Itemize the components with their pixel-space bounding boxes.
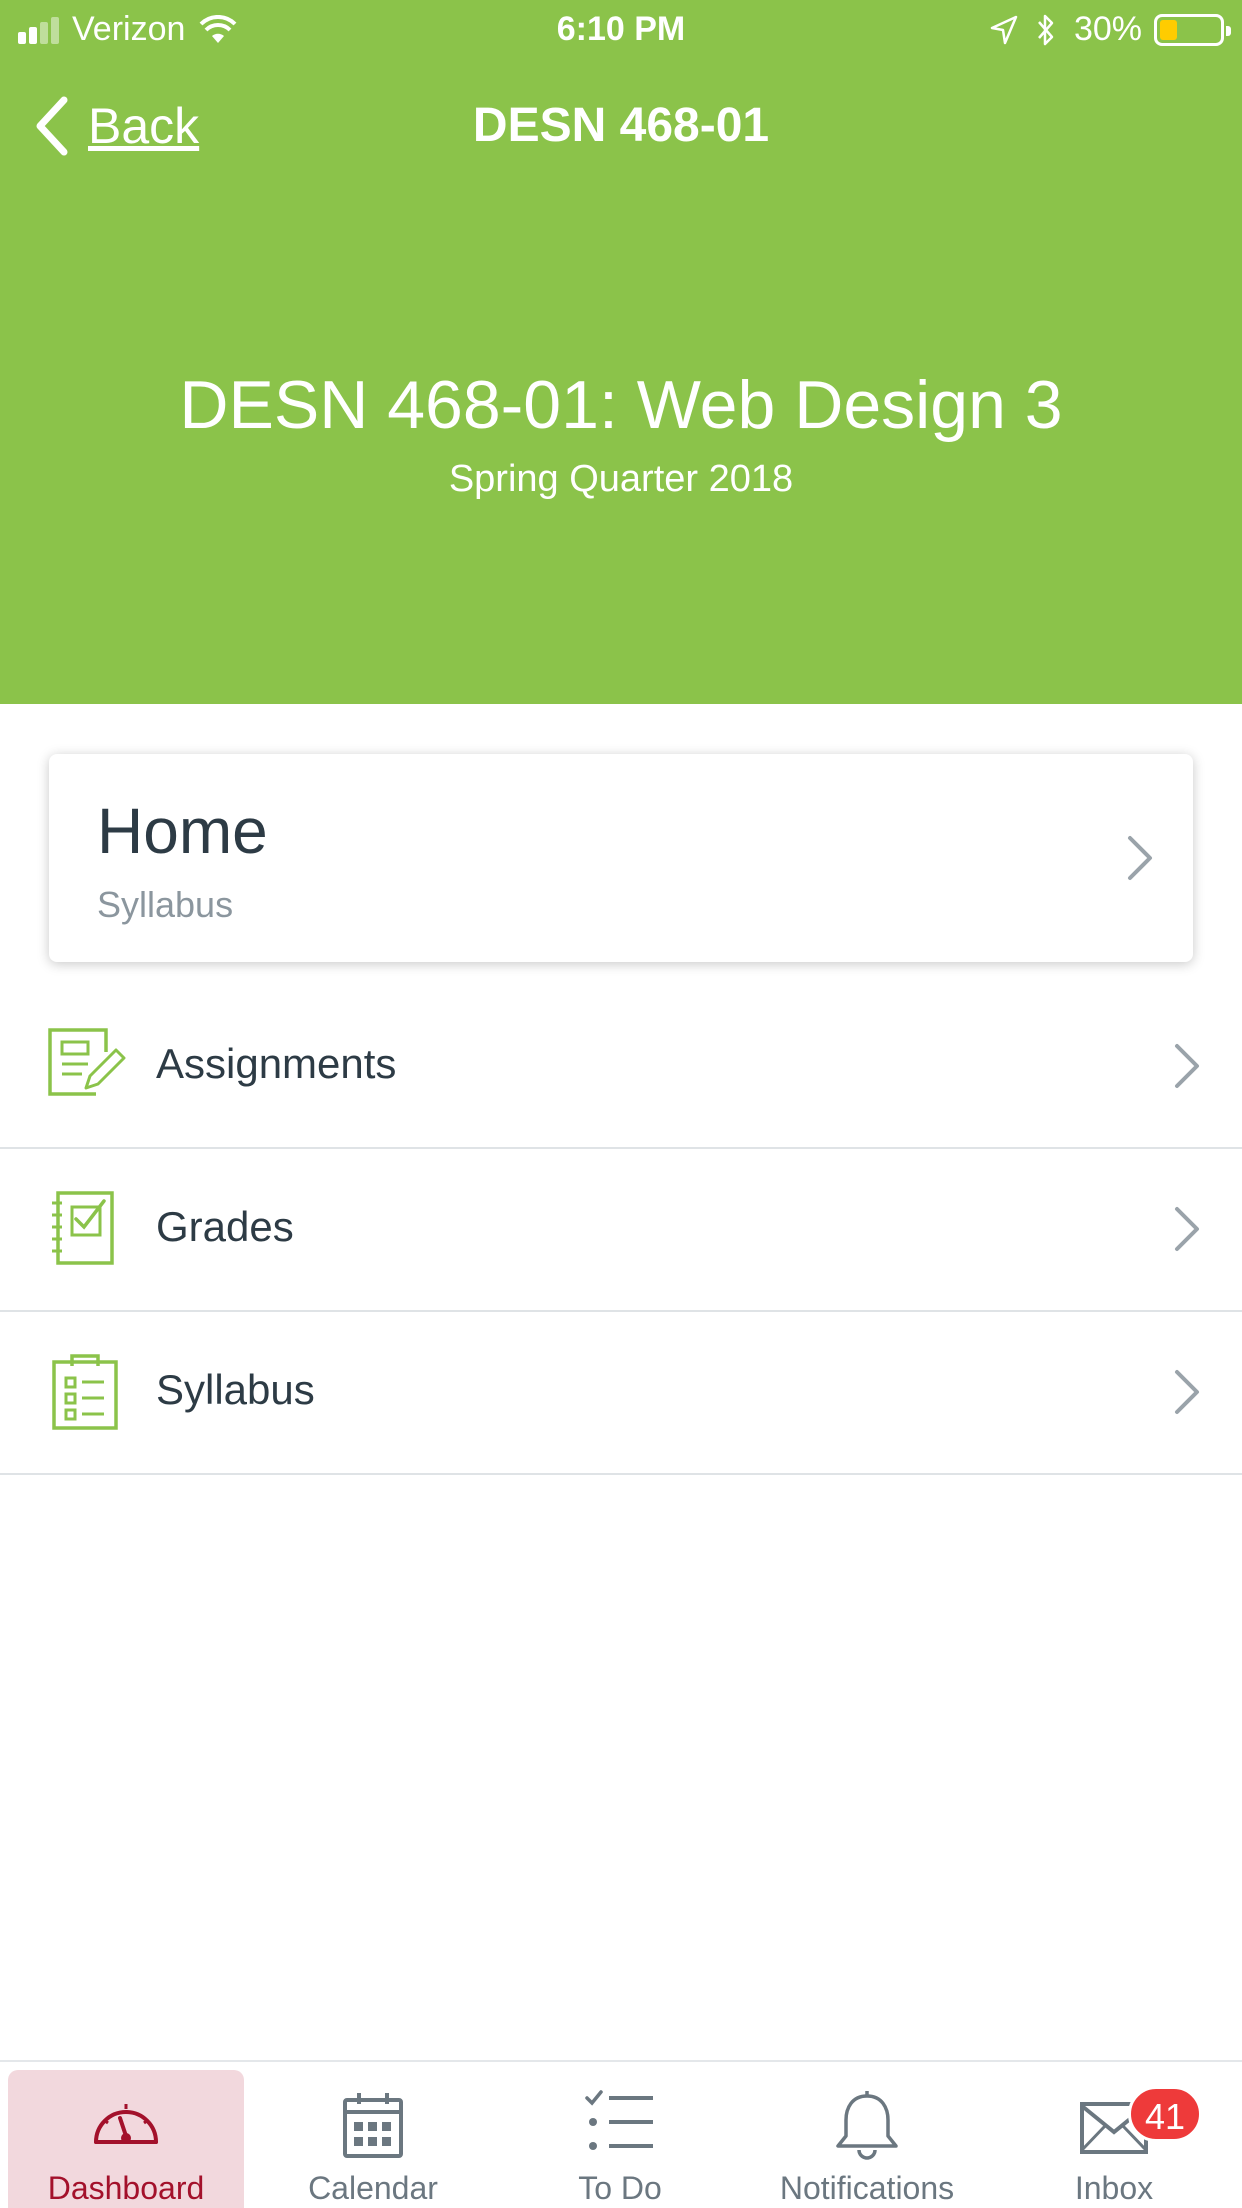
assignments-icon <box>48 1028 126 1096</box>
bell-icon <box>749 2090 985 2164</box>
bluetooth-icon <box>1037 14 1054 45</box>
menu-item-label: Syllabus <box>156 1366 315 1413</box>
inbox-badge: 41 <box>1128 2086 1202 2142</box>
todo-icon <box>502 2090 738 2164</box>
menu-item-assignments[interactable]: Assignments <box>0 986 1242 1149</box>
location-icon <box>990 15 1018 44</box>
chevron-right-icon <box>1175 1207 1199 1251</box>
tab-label: To Do <box>578 2170 662 2206</box>
menu-item-label: Grades <box>156 1203 294 1250</box>
tab-calendar[interactable]: Calendar <box>255 2070 491 2208</box>
chevron-right-icon <box>1128 836 1152 880</box>
course-term: Spring Quarter 2018 <box>448 458 794 500</box>
battery-icon <box>1154 13 1231 46</box>
home-card[interactable]: Home Syllabus <box>49 754 1193 962</box>
home-title: Home <box>97 795 268 867</box>
chevron-right-icon <box>1175 1044 1199 1088</box>
tab-inbox[interactable]: 41 Inbox <box>996 2070 1232 2208</box>
chevron-right-icon <box>1175 1370 1199 1414</box>
status-right: 30% <box>990 10 1231 49</box>
menu-item-syllabus[interactable]: Syllabus <box>0 1312 1242 1475</box>
course-title: DESN 468-01: Web Design 3 <box>179 367 1063 443</box>
course-header: Verizon 6:10 PM 30% Back DESN 468-01 DES… <box>0 0 1242 704</box>
tab-label: Dashboard <box>47 2170 205 2206</box>
dashboard-icon <box>8 2090 244 2164</box>
menu-item-label: Assignments <box>156 1040 397 1087</box>
tab-label: Inbox <box>1074 2170 1154 2206</box>
battery-nub <box>1226 25 1231 36</box>
tab-dashboard[interactable]: Dashboard <box>8 2070 244 2208</box>
home-subtitle: Syllabus <box>97 884 234 925</box>
nav-bar: Back DESN 468-01 <box>0 90 1242 160</box>
calendar-icon <box>255 2090 491 2164</box>
tab-label: Calendar <box>308 2170 438 2206</box>
status-bar: Verizon 6:10 PM 30% <box>0 0 1242 64</box>
menu-item-grades[interactable]: Grades <box>0 1149 1242 1312</box>
tab-todo[interactable]: To Do <box>502 2070 738 2208</box>
syllabus-icon <box>52 1354 118 1430</box>
battery-fill <box>1160 19 1177 40</box>
battery-percent: 30% <box>1073 10 1142 48</box>
grades-icon <box>52 1191 114 1265</box>
tab-bar: Dashboard Calendar To Do Notifications 4… <box>0 2060 1242 2208</box>
tab-label: Notifications <box>779 2170 955 2206</box>
tab-notifications[interactable]: Notifications <box>749 2070 985 2208</box>
nav-title: DESN 468-01 <box>472 99 770 152</box>
